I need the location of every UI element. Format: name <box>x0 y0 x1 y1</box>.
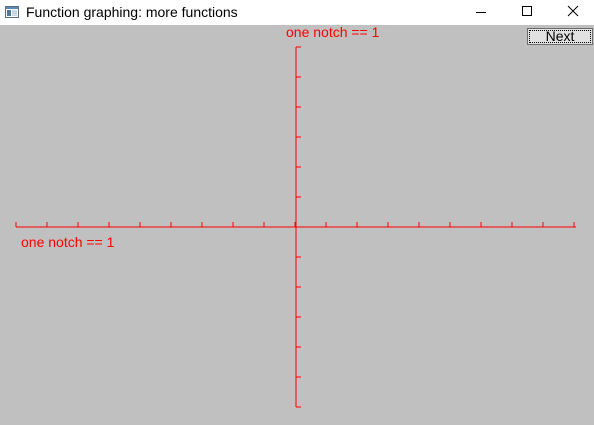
close-button[interactable] <box>550 0 594 24</box>
close-icon <box>567 5 579 17</box>
axes-svg: one notch == 1 one notch == 1 <box>15 25 576 408</box>
maximize-button[interactable] <box>504 0 550 24</box>
app-window: Function graphing: more functions one no… <box>0 0 594 425</box>
x-axis-notches <box>15 222 575 227</box>
maximize-icon <box>522 6 532 16</box>
x-axis-label: one notch == 1 <box>21 234 115 250</box>
minimize-icon <box>476 12 486 13</box>
y-axis-notches <box>296 46 301 408</box>
graph-canvas: one notch == 1 one notch == 1 Next <box>0 25 594 425</box>
next-button[interactable]: Next <box>527 28 593 45</box>
title-bar[interactable]: Function graphing: more functions <box>0 0 594 24</box>
window-title: Function graphing: more functions <box>26 4 238 20</box>
y-axis-label: one notch == 1 <box>286 25 380 40</box>
minimize-button[interactable] <box>458 0 504 24</box>
app-window-icon <box>5 5 19 18</box>
